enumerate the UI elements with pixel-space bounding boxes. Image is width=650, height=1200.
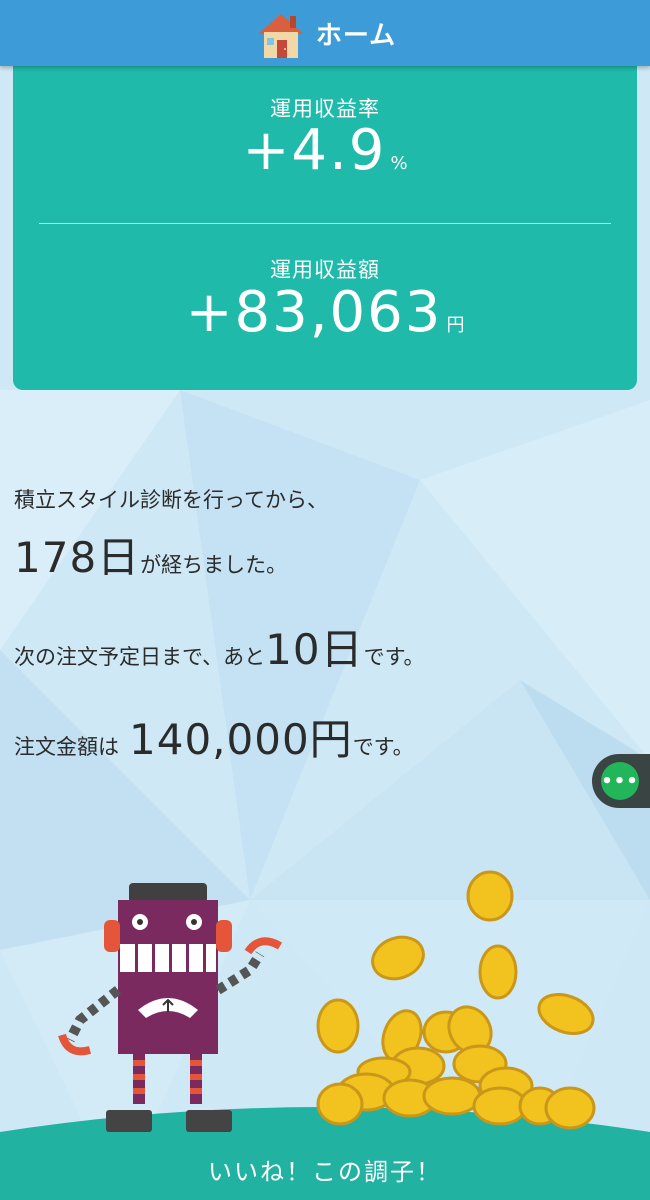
next-order-prefix: 次の注文予定日まで、あと bbox=[14, 645, 266, 669]
days-elapsed-suffix: が経ちました。 bbox=[140, 553, 288, 577]
order-amount-prefix: 注文金額は bbox=[14, 735, 119, 759]
order-amount-row: 注文金額は 140,000円です。 bbox=[14, 706, 414, 767]
days-elapsed-row: 178日が経ちました。 bbox=[14, 524, 287, 585]
app-header: ホーム bbox=[0, 0, 650, 66]
diagnosis-message: 積立スタイル診断を行ってから、 bbox=[14, 484, 328, 514]
return-rate-row: +4.9% bbox=[13, 118, 637, 183]
days-elapsed-value: 178日 bbox=[14, 533, 141, 582]
next-order-suffix: です。 bbox=[363, 645, 425, 669]
card-divider bbox=[39, 223, 611, 224]
diagnosis-text: 積立スタイル診断を行ってから、 bbox=[14, 488, 328, 512]
robot-illustration bbox=[58, 883, 283, 1132]
return-amount-unit: 円 bbox=[446, 315, 465, 336]
return-amount-value: +83,063 bbox=[185, 280, 443, 345]
house-icon bbox=[257, 14, 304, 58]
order-amount-value: 140,000円 bbox=[129, 715, 353, 764]
celebration-illustration bbox=[0, 870, 650, 1200]
return-rate-unit: % bbox=[390, 153, 408, 174]
next-order-days: 10日 bbox=[265, 625, 364, 674]
next-order-row: 次の注文予定日まで、あと10日です。 bbox=[14, 616, 425, 677]
floating-menu-tab[interactable]: ••• bbox=[592, 754, 650, 808]
page-title: ホーム bbox=[315, 20, 397, 51]
encouragement-message: いいね！この調子！ bbox=[208, 1158, 442, 1186]
return-summary-card: 運用収益率 +4.9% 運用収益額 +83,063 円 bbox=[13, 60, 637, 390]
coin-pile-illustration bbox=[316, 870, 596, 1130]
order-amount-suffix: です。 bbox=[352, 735, 414, 759]
more-dots-icon[interactable]: ••• bbox=[601, 762, 639, 800]
return-amount-row: +83,063 円 bbox=[13, 280, 637, 345]
return-rate-value: +4.9 bbox=[242, 118, 387, 183]
